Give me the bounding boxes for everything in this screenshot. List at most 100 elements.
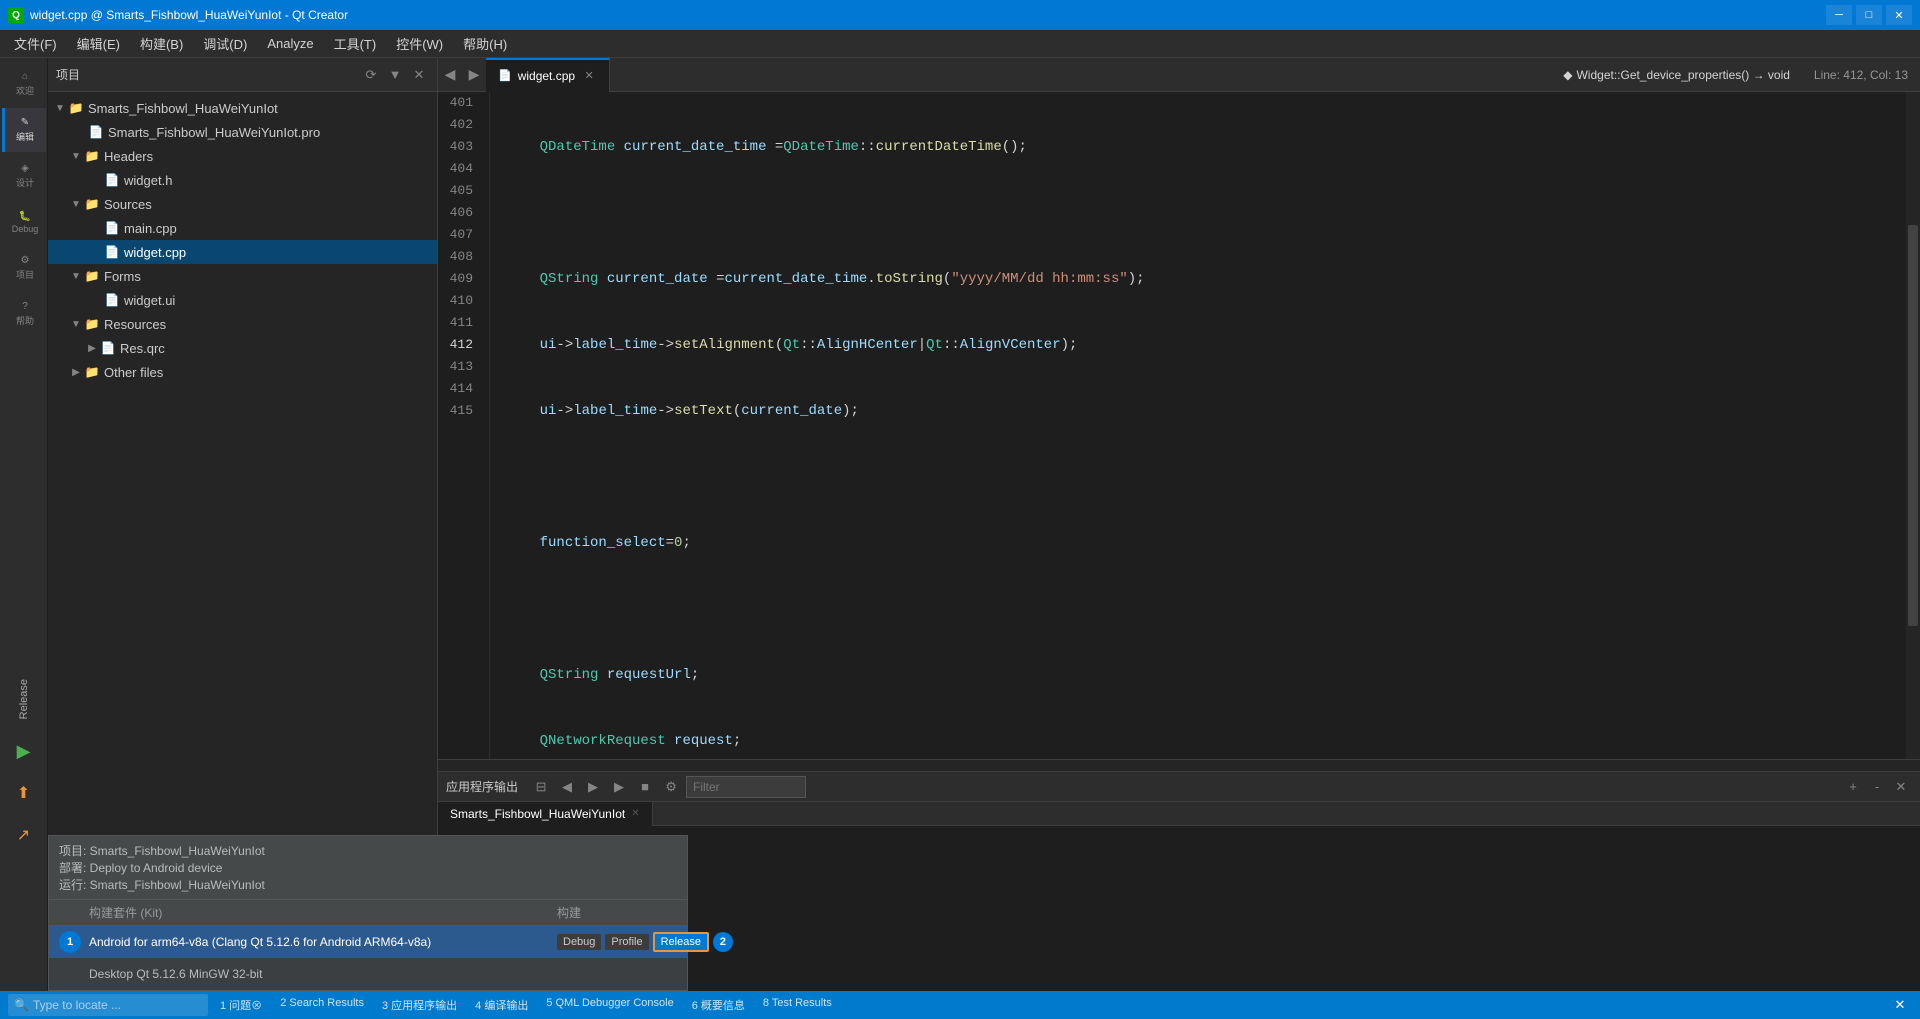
sidebar-project[interactable]: ⚙ 项目 xyxy=(2,246,46,290)
function-icon: ◆ xyxy=(1563,68,1572,82)
mini-scrollbar[interactable] xyxy=(1906,92,1920,759)
line-numbers: 401 402 403 404 405 406 407 408 409 410 … xyxy=(438,92,490,759)
line-num-401: 401 xyxy=(438,92,473,114)
tree-item-widget-ui[interactable]: 📄 widget.ui xyxy=(48,288,437,312)
tree-item-widget-h[interactable]: 📄 widget.h xyxy=(48,168,437,192)
status-tab-search[interactable]: 2 Search Results xyxy=(272,995,372,1015)
status-close-btn[interactable]: ✕ xyxy=(1888,994,1912,1016)
tab-nav-right[interactable]: ▶ xyxy=(462,58,486,92)
code-content[interactable]: QDateTime current_date_time =QDateTime::… xyxy=(490,92,1906,759)
tab-close-button[interactable]: ✕ xyxy=(581,68,597,84)
menu-widgets[interactable]: 控件(W) xyxy=(386,30,453,57)
kit-builds-1: Debug Profile Release 2 xyxy=(557,932,677,952)
menu-debug[interactable]: 调试(D) xyxy=(193,30,257,57)
status-tab-compile[interactable]: 4 编译输出 xyxy=(467,995,536,1015)
forms-label: Forms xyxy=(104,269,141,284)
menu-tools[interactable]: 工具(T) xyxy=(324,30,387,57)
status-tab-test[interactable]: 8 Test Results xyxy=(755,995,840,1015)
output-btn-run[interactable]: ▶ xyxy=(608,776,630,798)
locate-input[interactable] xyxy=(33,998,173,1012)
title-bar: Q widget.cpp @ Smarts_Fishbowl_HuaWeiYun… xyxy=(0,0,1920,30)
output-btn-dock[interactable]: ⊟ xyxy=(530,776,552,798)
output-close[interactable]: ✕ xyxy=(1890,776,1912,798)
status-tab-summary[interactable]: 6 概要信息 xyxy=(684,995,753,1015)
code-line-403: QString current_date =current_date_time.… xyxy=(506,268,1906,290)
sidebar-edit[interactable]: ✎ 编辑 xyxy=(2,108,46,152)
tree-item-main-cpp[interactable]: 📄 main.cpp xyxy=(48,216,437,240)
kit-name-2: Desktop Qt 5.12.6 MinGW 32-bit xyxy=(89,967,557,981)
kit-row-1[interactable]: 1 Android for arm64-v8a (Clang Qt 5.12.6… xyxy=(49,926,687,958)
sidebar-design[interactable]: ◈ 设计 xyxy=(2,154,46,198)
menu-file[interactable]: 文件(F) xyxy=(4,30,67,57)
line-num-414: 414 xyxy=(438,378,473,400)
output-btn-stop[interactable]: ■ xyxy=(634,776,656,798)
line-num-402: 402 xyxy=(438,114,473,136)
project-tree-header: 项目 ⟳ ▼ ✕ xyxy=(48,58,437,92)
output-btn-settings[interactable]: ⚙ xyxy=(660,776,682,798)
filter-button[interactable]: ▼ xyxy=(385,65,405,85)
tree-item-headers[interactable]: ▼ 📁 Headers xyxy=(48,144,437,168)
kit-popup: 项目: Smarts_Fishbowl_HuaWeiYunIot 部署: Dep… xyxy=(48,835,688,991)
output-btn-prev[interactable]: ◀ xyxy=(556,776,578,798)
minimize-button[interactable]: ─ xyxy=(1826,5,1852,25)
code-line-405: ui->label_time->setText(current_date); xyxy=(506,400,1906,422)
menu-help[interactable]: 帮助(H) xyxy=(453,30,517,57)
qrc-file-icon: 📄 xyxy=(100,340,116,356)
maximize-button[interactable]: □ xyxy=(1856,5,1882,25)
tree-item-root[interactable]: ▼ 📁 Smarts_Fishbowl_HuaWeiYunIot xyxy=(48,96,437,120)
tree-item-sources[interactable]: ▼ 📁 Sources xyxy=(48,192,437,216)
code-line-408 xyxy=(506,598,1906,620)
close-button[interactable]: ✕ xyxy=(1886,5,1912,25)
deploy-button[interactable]: ↗ xyxy=(6,817,42,853)
run-button[interactable]: ▶ xyxy=(6,733,42,769)
output-toolbar: 应用程序输出 ⊟ ◀ ▶ ▶ ■ ⚙ + - ✕ xyxy=(438,772,1920,802)
menu-analyze[interactable]: Analyze xyxy=(257,32,323,55)
kit-row-2[interactable]: Desktop Qt 5.12.6 MinGW 32-bit xyxy=(49,958,687,990)
status-tab-output[interactable]: 3 应用程序输出 xyxy=(374,995,465,1015)
sidebar-debug[interactable]: 🐛 Debug xyxy=(2,200,46,244)
output-tab-main[interactable]: Smarts_Fishbowl_HuaWeiYunIot ✕ xyxy=(438,802,653,826)
output-maximize[interactable]: + xyxy=(1842,776,1864,798)
output-tab-close[interactable]: ✕ xyxy=(631,808,639,819)
search-icon: 🔍 xyxy=(14,998,29,1012)
tree-item-res-qrc[interactable]: ▶ 📄 Res.qrc xyxy=(48,336,437,360)
search-bar[interactable]: 🔍 xyxy=(8,994,208,1016)
resources-folder-icon: 📁 xyxy=(84,316,100,332)
build-run-button[interactable]: ⬆ xyxy=(6,775,42,811)
help-icon: ? xyxy=(22,301,28,312)
tab-widget-cpp[interactable]: 📄 widget.cpp ✕ xyxy=(486,58,610,92)
filter-input[interactable] xyxy=(686,776,806,798)
close-panel-button[interactable]: ✕ xyxy=(409,65,429,85)
pro-file-label: Smarts_Fishbowl_HuaWeiYunIot.pro xyxy=(108,125,320,140)
main-cpp-label: main.cpp xyxy=(124,221,177,236)
project-icon: ⚙ xyxy=(21,255,30,266)
tab-nav-left[interactable]: ◀ xyxy=(438,58,462,92)
spacer-icon xyxy=(88,292,104,308)
file-tab-icon: 📄 xyxy=(498,69,512,82)
tree-item-pro[interactable]: 📄 Smarts_Fishbowl_HuaWeiYunIot.pro xyxy=(48,120,437,144)
tree-toolbar: ⟳ ▼ ✕ xyxy=(361,65,429,85)
sidebar-welcome[interactable]: ⌂ 欢迎 xyxy=(2,62,46,106)
build-release-btn[interactable]: Release xyxy=(653,932,709,952)
chevron-down-icon: ▼ xyxy=(68,268,84,284)
status-tab-qml[interactable]: 5 QML Debugger Console xyxy=(538,995,681,1015)
sidebar-help[interactable]: ? 帮助 xyxy=(2,292,46,336)
build-debug-btn[interactable]: Debug xyxy=(557,934,601,950)
build-profile-btn[interactable]: Profile xyxy=(605,934,648,950)
spacer-icon xyxy=(88,220,104,236)
horizontal-scrollbar[interactable] xyxy=(438,759,1920,771)
function-selector[interactable]: ◆ Widget::Get_device_properties() → void xyxy=(1551,68,1802,82)
tree-item-widget-cpp[interactable]: 📄 widget.cpp xyxy=(48,240,437,264)
output-minimize[interactable]: - xyxy=(1866,776,1888,798)
code-area[interactable]: 401 402 403 404 405 406 407 408 409 410 … xyxy=(438,92,1920,759)
menu-edit[interactable]: 编辑(E) xyxy=(67,30,130,57)
sync-button[interactable]: ⟳ xyxy=(361,65,381,85)
tree-item-resources[interactable]: ▼ 📁 Resources xyxy=(48,312,437,336)
spacer-icon xyxy=(88,244,104,260)
line-num-409: 409 xyxy=(438,268,473,290)
status-tab-issues[interactable]: 1 问题⊗ xyxy=(212,995,270,1015)
tree-item-other-files[interactable]: ▶ 📁 Other files xyxy=(48,360,437,384)
tree-item-forms[interactable]: ▼ 📁 Forms xyxy=(48,264,437,288)
output-btn-next[interactable]: ▶ xyxy=(582,776,604,798)
menu-build[interactable]: 构建(B) xyxy=(130,30,193,57)
